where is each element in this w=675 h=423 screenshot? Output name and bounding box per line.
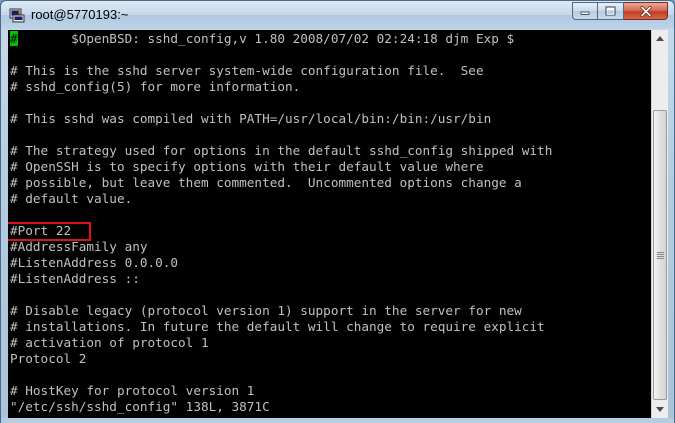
scroll-down-button[interactable]: [652, 401, 668, 418]
terminal-line: # The strategy used for options in the d…: [10, 143, 553, 158]
terminal-line: "/etc/ssh/sshd_config" 138L, 3871C: [10, 399, 270, 414]
terminal-line: #AddressFamily any: [10, 239, 148, 254]
grip-icon: [656, 251, 664, 259]
terminal-line: # default value.: [10, 191, 133, 206]
terminal-line: Protocol 2: [10, 351, 87, 366]
terminal-line: # installations. In future the default w…: [10, 319, 545, 334]
terminal-line: # Disable legacy (protocol version 1) su…: [10, 303, 522, 318]
maximize-button[interactable]: [598, 2, 624, 20]
scroll-up-button[interactable]: [652, 30, 668, 47]
terminal-cursor: #: [10, 31, 18, 46]
close-button[interactable]: [624, 2, 668, 20]
minimize-icon: [580, 11, 590, 15]
window-title: root@5770193:~: [31, 7, 129, 22]
window-bottom-border: [1, 418, 674, 423]
putty-icon[interactable]: [9, 7, 25, 23]
terminal-window: root@5770193:~ # $OpenBSD: sshd_config,v…: [0, 0, 675, 423]
port-highlight-box: [8, 222, 91, 241]
terminal-line: # possible, but leave them commented. Un…: [10, 175, 522, 190]
window-controls: [572, 2, 668, 20]
arrow-up-icon: [656, 36, 664, 41]
title-bar[interactable]: root@5770193:~: [1, 1, 674, 29]
terminal-line: #ListenAddress ::: [10, 271, 140, 286]
scrollbar-thumb[interactable]: [653, 110, 667, 400]
terminal-line: # sshd_config(5) for more information.: [10, 79, 301, 94]
terminal-line: #Port 22: [10, 223, 72, 238]
terminal-line: # This is the sshd server system-wide co…: [10, 63, 484, 78]
terminal-screen[interactable]: # $OpenBSD: sshd_config,v 1.80 2008/07/0…: [8, 30, 651, 418]
arrow-down-icon: [656, 407, 664, 412]
terminal-line-text: $OpenBSD: sshd_config,v 1.80 2008/07/02 …: [17, 31, 515, 46]
terminal-line: # This sshd was compiled with PATH=/usr/…: [10, 111, 492, 126]
terminal-line: # activation of protocol 1: [10, 335, 209, 350]
vertical-scrollbar[interactable]: [651, 30, 668, 418]
maximize-icon: [605, 6, 616, 16]
terminal-line: # $OpenBSD: sshd_config,v 1.80 2008/07/0…: [10, 31, 552, 47]
minimize-button[interactable]: [572, 2, 598, 20]
terminal-line: #ListenAddress 0.0.0.0: [10, 255, 179, 270]
terminal-line: # OpenSSH is to specify options with the…: [10, 159, 484, 174]
close-icon: [640, 5, 651, 17]
terminal-line: # HostKey for protocol version 1: [10, 383, 255, 398]
terminal-lines: # $OpenBSD: sshd_config,v 1.80 2008/07/0…: [10, 31, 552, 415]
